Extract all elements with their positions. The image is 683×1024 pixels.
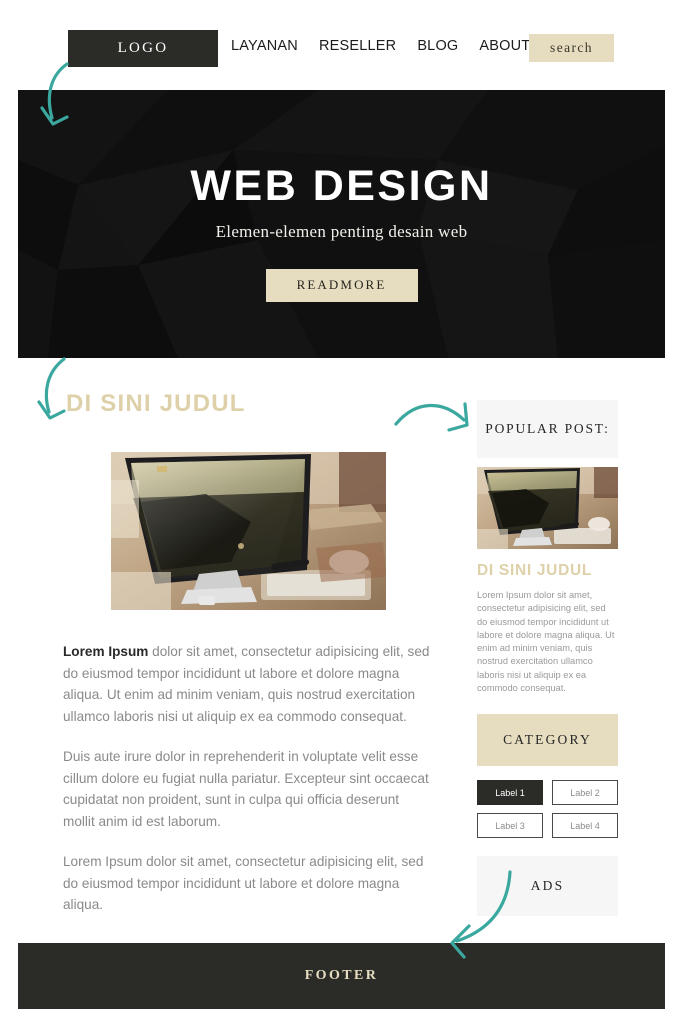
article-paragraph-1-lead: Lorem Ipsum xyxy=(63,644,149,659)
sidebar: POPULAR POST: DI SINI JUDUL Lorem Ipsum … xyxy=(477,400,618,917)
webpage-mockup: LOGO LAYANAN RESELLER BLOG ABOUT US sear… xyxy=(0,0,683,1024)
popular-post-title: POPULAR POST: xyxy=(485,421,610,436)
nav-item-layanan[interactable]: LAYANAN xyxy=(231,38,298,54)
category-label-4[interactable]: Label 4 xyxy=(552,813,618,839)
category-label-1[interactable]: Label 1 xyxy=(477,780,543,806)
desk-monitor-photo xyxy=(111,452,386,610)
nav-item-blog[interactable]: BLOG xyxy=(417,38,458,54)
desk-monitor-thumbnail-photo xyxy=(477,467,618,549)
article-paragraph-1: Lorem Ipsum dolor sit amet, consectetur … xyxy=(63,641,433,727)
hero-subtitle: Elemen-elemen penting desain web xyxy=(215,221,468,241)
arrow-to-popular-post-icon xyxy=(394,402,469,432)
site-header: LOGO LAYANAN RESELLER BLOG ABOUT US sear… xyxy=(0,0,683,88)
category-label-list: Label 1 Label 2 Label 3 Label 4 xyxy=(477,780,618,839)
hero-banner: WEB DESIGN Elemen-elemen penting desain … xyxy=(18,90,665,358)
category-box: CATEGORY xyxy=(477,714,618,767)
logo-button[interactable]: LOGO xyxy=(68,30,218,67)
popular-post-box: POPULAR POST: xyxy=(477,400,618,458)
main-navigation: LAYANAN RESELLER BLOG ABOUT US xyxy=(231,38,555,54)
article-paragraph-3: Lorem Ipsum dolor sit amet, consectetur … xyxy=(63,854,424,912)
readmore-button[interactable]: READMORE xyxy=(265,268,418,302)
article-paragraph-2: Duis aute irure dolor in reprehenderit i… xyxy=(63,749,429,829)
logo-label: LOGO xyxy=(117,40,169,56)
hero-content: WEB DESIGN Elemen-elemen penting desain … xyxy=(18,90,665,358)
search-placeholder-label: search xyxy=(550,40,593,55)
category-label-3[interactable]: Label 3 xyxy=(477,813,543,839)
article-image xyxy=(111,452,386,610)
search-input[interactable]: search xyxy=(529,34,614,62)
nav-item-reseller[interactable]: RESELLER xyxy=(319,38,396,54)
ads-title: ADS xyxy=(530,878,565,894)
ads-box[interactable]: ADS xyxy=(477,856,618,917)
article-heading: DI SINI JUDUL xyxy=(66,390,246,417)
arrow-to-article-heading-icon xyxy=(37,357,66,420)
hero-title: WEB DESIGN xyxy=(190,161,493,210)
footer-label: FOOTER xyxy=(304,968,379,983)
readmore-label: READMORE xyxy=(296,277,387,292)
footer-bar: FOOTER xyxy=(18,943,665,1009)
category-title: CATEGORY xyxy=(503,732,592,748)
popular-post-heading: DI SINI JUDUL xyxy=(477,562,593,579)
article-body: Lorem Ipsum dolor sit amet, consectetur … xyxy=(63,641,433,916)
popular-post-excerpt: Lorem Ipsum dolor sit amet, consectetur … xyxy=(477,590,615,694)
popular-post-thumbnail[interactable] xyxy=(477,467,618,549)
category-label-2[interactable]: Label 2 xyxy=(552,780,618,806)
